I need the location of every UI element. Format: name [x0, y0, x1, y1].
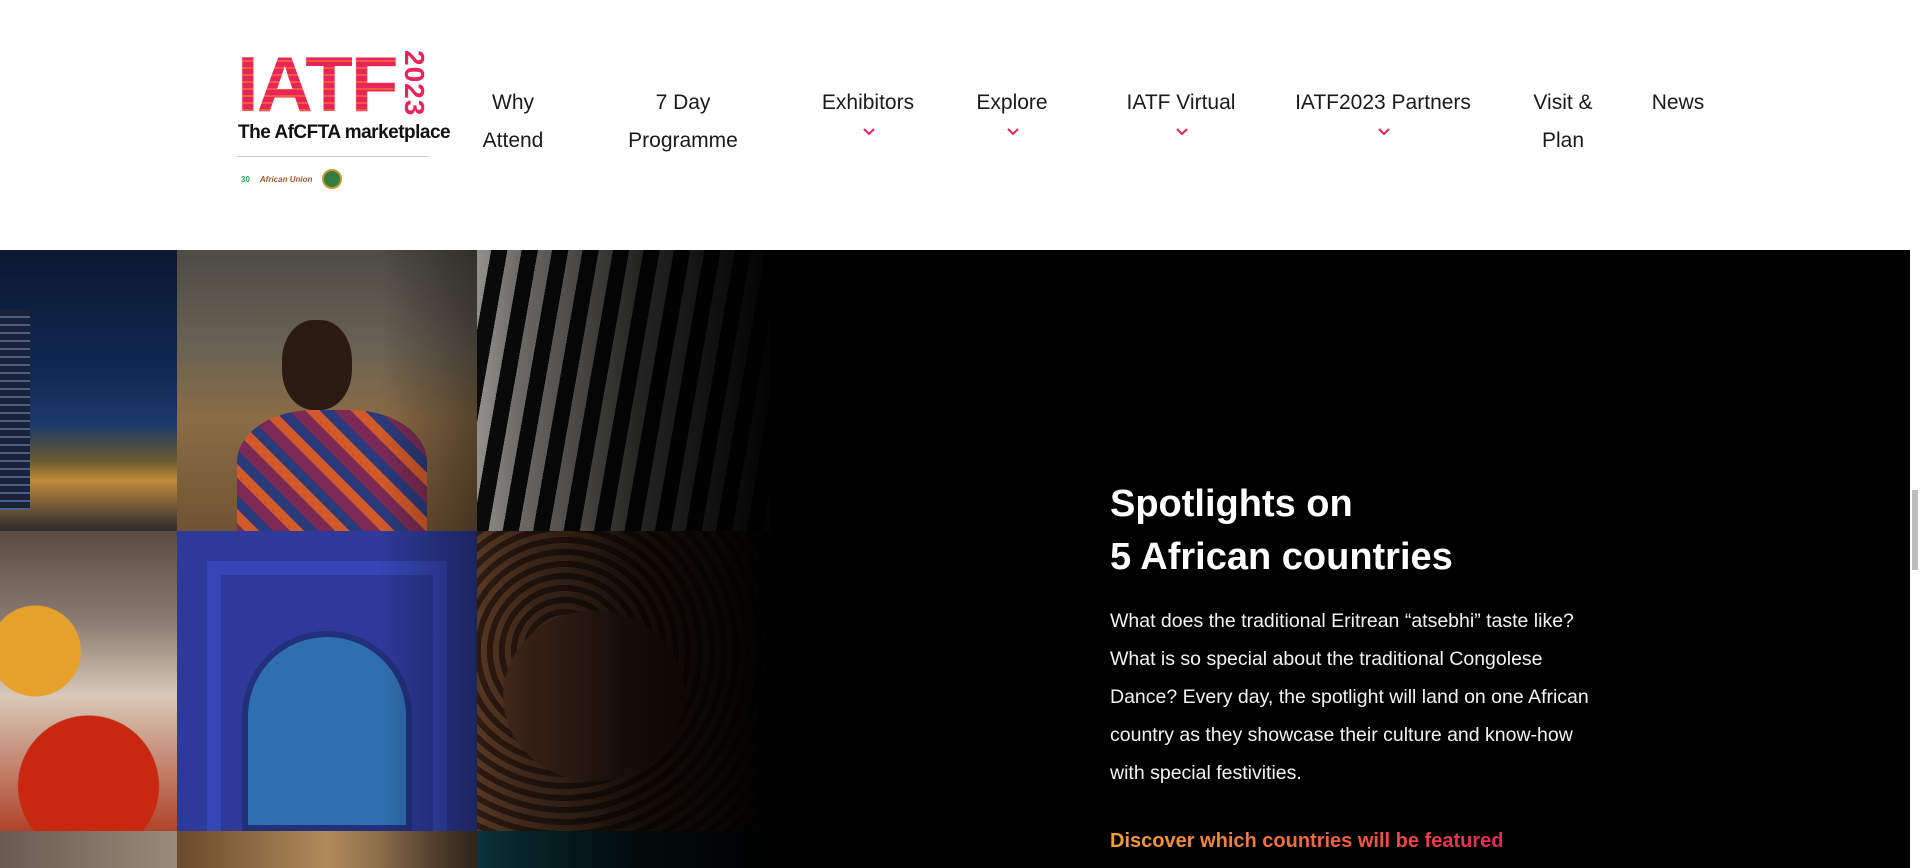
photo-gradient-overlay — [380, 250, 780, 868]
spotlights-hero: Spotlights on 5 African countries What d… — [0, 250, 1910, 868]
logo-partner-badges: 30 African Union — [241, 166, 427, 192]
logo-divider — [237, 156, 429, 157]
nav-label: Programme — [628, 129, 738, 152]
discover-countries-link[interactable]: Discover which countries will be feature… — [1110, 830, 1503, 853]
nav-label: Visit & — [1533, 91, 1593, 114]
nav-label: Explore — [976, 91, 1048, 114]
nav-label: IATF Virtual — [1126, 91, 1236, 114]
chevron-down-icon[interactable] — [863, 128, 875, 138]
logo-year: 2023 — [399, 50, 430, 117]
scrollbar-thumb[interactable] — [1912, 490, 1918, 570]
spotlight-description: What does the traditional Eritrean “atse… — [1110, 610, 1589, 784]
nav-visit-plan[interactable]: Visit & Plan — [1518, 84, 1608, 160]
spotlight-content: Spotlights on 5 African countries What d… — [1110, 478, 1610, 852]
city-night-photo — [0, 250, 177, 531]
nav-iatf2023-partners[interactable]: IATF2023 Partners — [1278, 84, 1488, 138]
nav-label: Why — [492, 91, 534, 114]
title-line: 5 African countries — [1110, 536, 1453, 578]
nav-label: Attend — [482, 129, 544, 152]
iatf-logo[interactable]: IATF 2023 The AfCFTA marketplace 30 Afri… — [237, 40, 451, 200]
afreximbank-30-badge: 30 — [241, 174, 250, 184]
nav-explore[interactable]: Explore — [966, 84, 1058, 138]
people-photo — [0, 831, 177, 868]
nav-iatf-virtual[interactable]: IATF Virtual — [1106, 84, 1256, 138]
african-union-badge: African Union — [259, 174, 313, 184]
nav-news[interactable]: News — [1638, 84, 1718, 122]
nav-label: Exhibitors — [821, 91, 915, 114]
photo-gradient-overlay — [770, 250, 970, 868]
spices-photo — [0, 531, 177, 831]
nav-label: News — [1651, 91, 1705, 114]
chevron-down-icon[interactable] — [1007, 128, 1019, 138]
chevron-down-icon[interactable] — [1378, 128, 1390, 138]
nav-why-attend[interactable]: Why Attend — [470, 84, 556, 160]
chevron-down-icon[interactable] — [1176, 128, 1188, 138]
nav-exhibitors[interactable]: Exhibitors — [803, 84, 933, 138]
spotlight-title: Spotlights on 5 African countries — [1110, 478, 1610, 584]
nav-label: 7 Day — [655, 91, 711, 114]
nav-7-day-programme[interactable]: 7 Day Programme — [608, 84, 758, 160]
afcfta-seal-icon — [322, 169, 343, 189]
nav-label: Plan — [1541, 129, 1585, 152]
logo-brand: IATF — [237, 40, 399, 128]
nav-label: IATF2023 Partners — [1295, 91, 1471, 114]
site-header: IATF 2023 The AfCFTA marketplace 30 Afri… — [0, 0, 1920, 250]
title-line: Spotlights on — [1110, 483, 1353, 525]
logo-tagline: The AfCFTA marketplace — [238, 122, 451, 143]
